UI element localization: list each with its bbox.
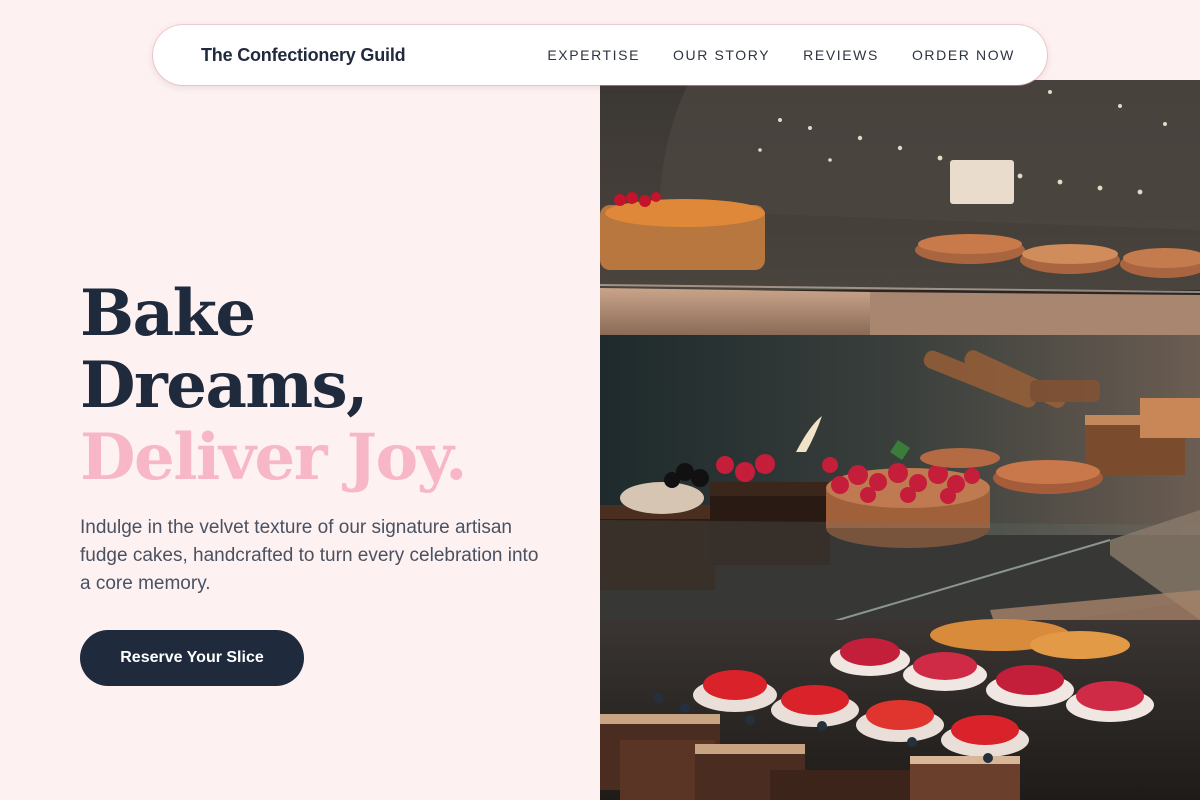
hero-image	[600, 80, 1200, 800]
nav-link-expertise[interactable]: EXPERTISE	[547, 47, 640, 63]
hero-description: Indulge in the velvet texture of our sig…	[80, 517, 539, 594]
headline-line-1: Bake	[80, 276, 256, 351]
headline-accent: Deliver Joy.	[80, 420, 467, 495]
headline-line-2: Dreams,	[80, 348, 368, 423]
nav-link-reviews[interactable]: REVIEWS	[803, 47, 879, 63]
hero-headline: Bake Dreams, Deliver Joy.	[80, 278, 580, 494]
bakery-display-photo	[600, 80, 1200, 800]
nav-links: EXPERTISE OUR STORY REVIEWS ORDER NOW	[547, 47, 1015, 63]
nav-link-our-story[interactable]: OUR STORY	[673, 47, 770, 63]
reserve-slice-button[interactable]: Reserve Your Slice	[80, 630, 304, 686]
top-nav: The Confectionery Guild EXPERTISE OUR ST…	[153, 25, 1047, 85]
nav-link-order-now[interactable]: ORDER NOW	[912, 47, 1015, 63]
brand-logo-text[interactable]: The Confectionery Guild	[201, 45, 406, 66]
